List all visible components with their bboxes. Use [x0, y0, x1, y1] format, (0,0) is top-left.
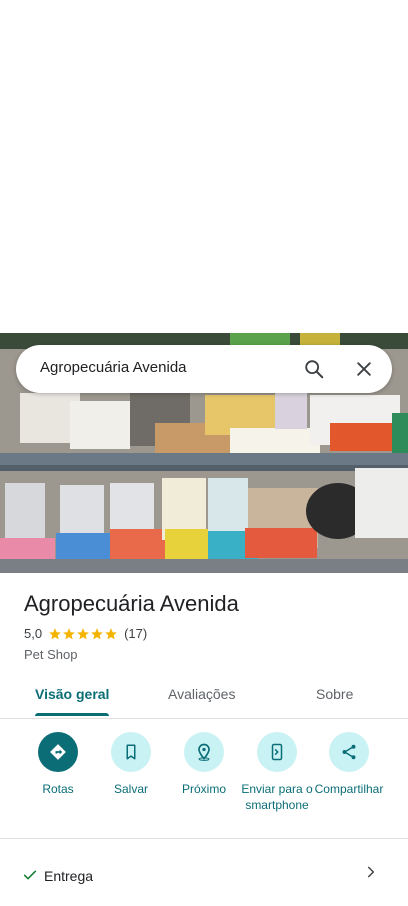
share-icon	[329, 732, 369, 772]
delivery-row[interactable]: Entrega	[0, 856, 408, 896]
tab-overview[interactable]: Visão geral	[35, 686, 109, 702]
directions-button[interactable]: Rotas	[18, 732, 98, 797]
star-rating	[48, 627, 118, 641]
send-to-phone-icon	[257, 732, 297, 772]
rating-row[interactable]: 5,0 (17)	[24, 626, 147, 641]
rating-value: 5,0	[24, 626, 43, 641]
directions-icon	[38, 732, 78, 772]
nearby-icon	[184, 732, 224, 772]
tab-about[interactable]: Sobre	[316, 686, 353, 702]
active-tab-indicator	[35, 713, 109, 716]
share-button[interactable]: Compartilhar	[309, 732, 389, 797]
chevron-right-icon[interactable]	[364, 865, 378, 884]
send-to-phone-label: Enviar para o smartphone	[241, 782, 313, 812]
save-button[interactable]: Salvar	[91, 732, 171, 797]
tab-bar: Visão geral Avaliações Sobre	[0, 676, 408, 719]
place-category[interactable]: Pet Shop	[24, 647, 78, 662]
review-count[interactable]: (17)	[124, 626, 147, 641]
star-icon	[63, 627, 75, 639]
star-icon	[77, 627, 89, 639]
directions-label: Rotas	[42, 782, 74, 796]
send-to-phone-button[interactable]: Enviar para o smartphone	[237, 732, 317, 813]
check-icon	[22, 867, 38, 888]
star-icon	[91, 627, 103, 639]
action-buttons: Rotas Salvar Próximo Enviar para o smart…	[0, 730, 408, 838]
save-label: Salvar	[113, 782, 148, 796]
nearby-button[interactable]: Próximo	[164, 732, 244, 797]
place-title: Agropecuária Avenida	[24, 591, 239, 616]
star-icon	[105, 627, 117, 639]
close-icon[interactable]	[350, 355, 378, 383]
search-query[interactable]: Agropecuária Avenida	[40, 359, 187, 376]
star-icon	[49, 627, 61, 639]
search-bar[interactable]: Agropecuária Avenida	[16, 345, 392, 393]
tab-reviews[interactable]: Avaliações	[168, 686, 235, 702]
search-icon[interactable]	[300, 355, 328, 383]
delivery-label: Entrega	[44, 868, 94, 884]
share-label: Compartilhar	[314, 782, 384, 796]
section-divider	[0, 838, 408, 839]
bookmark-icon	[111, 732, 151, 772]
nearby-label: Próximo	[181, 782, 226, 796]
